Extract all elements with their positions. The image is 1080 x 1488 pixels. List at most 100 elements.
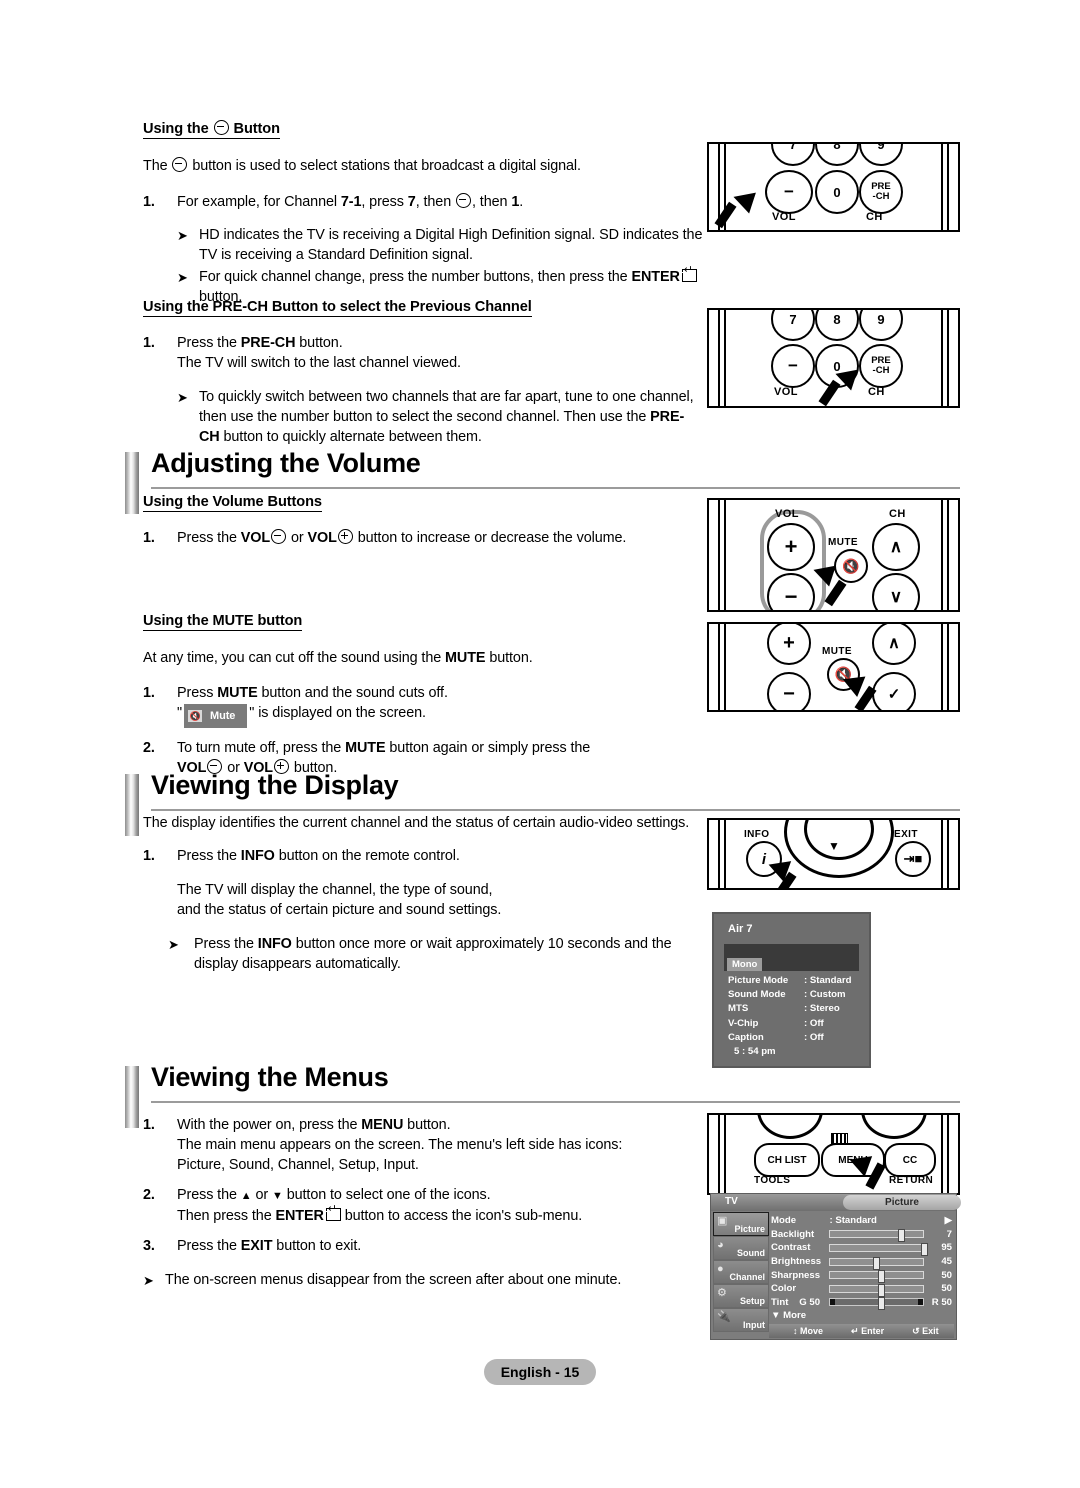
key-7[interactable]: 7	[771, 310, 815, 341]
tint-red-label: R 50	[931, 1296, 952, 1308]
key-cc[interactable]: CC	[884, 1143, 936, 1177]
input-icon: 🔌	[717, 1311, 731, 1323]
menu-row-brightness[interactable]: Brightness 45	[771, 1255, 952, 1270]
remote-diagram-volume: VOL CH + − MUTE 🔇 ∧ ∨	[707, 498, 960, 612]
list-item: ➤ HD indicates the TV is receiving a Dig…	[177, 225, 703, 265]
step-number: 1.	[143, 530, 155, 546]
key-minus[interactable]: −	[771, 344, 815, 388]
key-0[interactable]: 0	[815, 170, 859, 214]
menu-row-backlight[interactable]: Backlight 7	[771, 1228, 952, 1243]
key-minus[interactable]: −	[765, 170, 813, 214]
minus-circle-icon	[172, 157, 188, 172]
chevron-right-icon: ▶	[944, 1215, 952, 1227]
menu-row-more[interactable]: ▼ More	[771, 1309, 952, 1323]
menu-row-tint[interactable]: Tint G 50 R 50	[771, 1296, 952, 1311]
brightness-slider[interactable]	[829, 1256, 924, 1270]
remote-edge	[941, 624, 943, 710]
table-row: Picture Mode: Standard	[728, 975, 852, 986]
remote-diagram-info: INFO i ▼ EXIT ⇥■	[707, 818, 960, 890]
menu-row-color[interactable]: Color 50	[771, 1282, 952, 1297]
key-ch-list[interactable]: CH LIST	[754, 1143, 820, 1177]
mute-speaker-icon: 🔇	[188, 710, 203, 723]
key-channel-down[interactable]: ∨	[872, 573, 920, 610]
sidebar-item-channel[interactable]: ● Channel	[713, 1260, 769, 1284]
prech-subheading: Using the PRE-CH Button to select the Pr…	[143, 299, 532, 317]
more-label: ▼ More	[771, 1310, 807, 1322]
step-number: 1.	[143, 685, 155, 701]
remote-edge	[947, 500, 949, 610]
sidebar-item-sound[interactable]: ◕ Sound	[713, 1236, 769, 1260]
list-item: 3. Press the EXIT button to exit.	[143, 1238, 362, 1254]
menu-row-mode[interactable]: Mode : Standard ▶	[771, 1214, 952, 1228]
key-volume-up[interactable]: +	[767, 624, 811, 665]
subheading-text-post: Button	[233, 121, 281, 137]
heading-accent-bar	[125, 1066, 139, 1128]
list-item: 1. Press the PRE-CH button. The TV will …	[143, 335, 461, 371]
source-label: TV	[725, 1196, 738, 1207]
key-channel-up[interactable]: ∧	[872, 523, 920, 571]
key-channel-up[interactable]: ∧	[872, 624, 916, 665]
enter-icon: ↵	[851, 1325, 859, 1336]
key-mute[interactable]: 🔇	[834, 549, 868, 583]
bullet-arrow-icon: ➤	[177, 390, 188, 405]
key-exit[interactable]: ⇥■	[895, 841, 931, 877]
remote-edge	[724, 310, 726, 406]
menu-row-sharpness[interactable]: Sharpness 50	[771, 1268, 952, 1284]
return-icon: ↺	[912, 1325, 920, 1336]
prech-section: Using the PRE-CH Button to select the Pr…	[143, 298, 703, 447]
minus-circle-icon	[213, 120, 229, 135]
tint-slider[interactable]	[829, 1297, 924, 1311]
table-row: Caption: Off	[728, 1031, 824, 1043]
key-7[interactable]: 7	[771, 144, 815, 166]
remote-edge	[724, 624, 726, 710]
viewing-menus-block: 1. With the power on, press the MENU but…	[143, 1115, 699, 1290]
heading-accent-bar	[125, 452, 139, 514]
key-volume-up[interactable]: +	[767, 523, 815, 571]
viewing-display-block: The display identifies the current chann…	[143, 813, 699, 974]
tools-label: TOOLS	[754, 1175, 791, 1186]
list-item: ➤ To quickly switch between two channels…	[177, 389, 694, 445]
ch-label: CH	[866, 211, 883, 223]
remote-diagram-mute: + − MUTE 🔇 ∧ ✓	[707, 622, 960, 712]
sidebar-item-input[interactable]: 🔌 Input	[713, 1308, 769, 1332]
key-prech[interactable]: PRE -CH	[859, 344, 903, 388]
table-row: MTS: Stereo	[728, 1003, 840, 1015]
volume-plus-icon	[337, 529, 353, 544]
step-number: 1.	[143, 335, 155, 351]
contrast-slider[interactable]	[829, 1242, 929, 1256]
page-title: Viewing the Display	[151, 770, 399, 800]
pointer-stem	[818, 379, 841, 406]
display-intro: The display identifies the current chann…	[143, 815, 690, 831]
bullet-text: The on-screen menus disappear from the s…	[165, 1272, 622, 1288]
sharpness-slider[interactable]	[829, 1270, 924, 1284]
key-prech[interactable]: PRE -CH	[859, 170, 903, 214]
mute-button-block: Using the MUTE button At any time, you c…	[143, 612, 703, 778]
sidebar-item-setup[interactable]: ⚙ Setup	[713, 1284, 769, 1308]
backlight-slider[interactable]	[829, 1229, 924, 1243]
key-9[interactable]: 9	[859, 144, 903, 166]
mute-indicator-chip: 🔇 Mute	[184, 704, 248, 729]
remote-edge	[941, 500, 943, 610]
key-volume-down[interactable]: −	[767, 672, 811, 710]
key-enter[interactable]: ✓	[872, 672, 916, 710]
remote-edge	[947, 624, 949, 710]
mute-subheading: Using the MUTE button	[143, 613, 303, 631]
display-result-text: The TV will display the channel, the typ…	[177, 882, 502, 918]
tint-green-label: G 50	[799, 1296, 821, 1308]
menu-row-contrast[interactable]: Contrast 95	[771, 1241, 952, 1256]
remote-edge	[941, 1115, 943, 1193]
remote-edge	[947, 820, 949, 888]
vol-label: VOL	[772, 211, 796, 223]
table-row: V-Chip: Off	[728, 1017, 824, 1029]
color-slider[interactable]	[829, 1283, 924, 1297]
key-8[interactable]: 8	[815, 310, 859, 341]
sidebar-item-picture[interactable]: ▣ Picture	[713, 1212, 769, 1236]
subheading-text-pre: Using the	[143, 121, 209, 137]
mute-label: MUTE	[828, 537, 858, 548]
nav-down-icon[interactable]: ▼	[828, 840, 840, 852]
key-8[interactable]: 8	[815, 144, 859, 166]
list-item: 1. Press the INFO button on the remote c…	[143, 848, 460, 864]
key-9[interactable]: 9	[859, 310, 903, 341]
step-number: 3.	[143, 1238, 155, 1254]
footer-enter: ↵ Enter	[851, 1325, 885, 1336]
